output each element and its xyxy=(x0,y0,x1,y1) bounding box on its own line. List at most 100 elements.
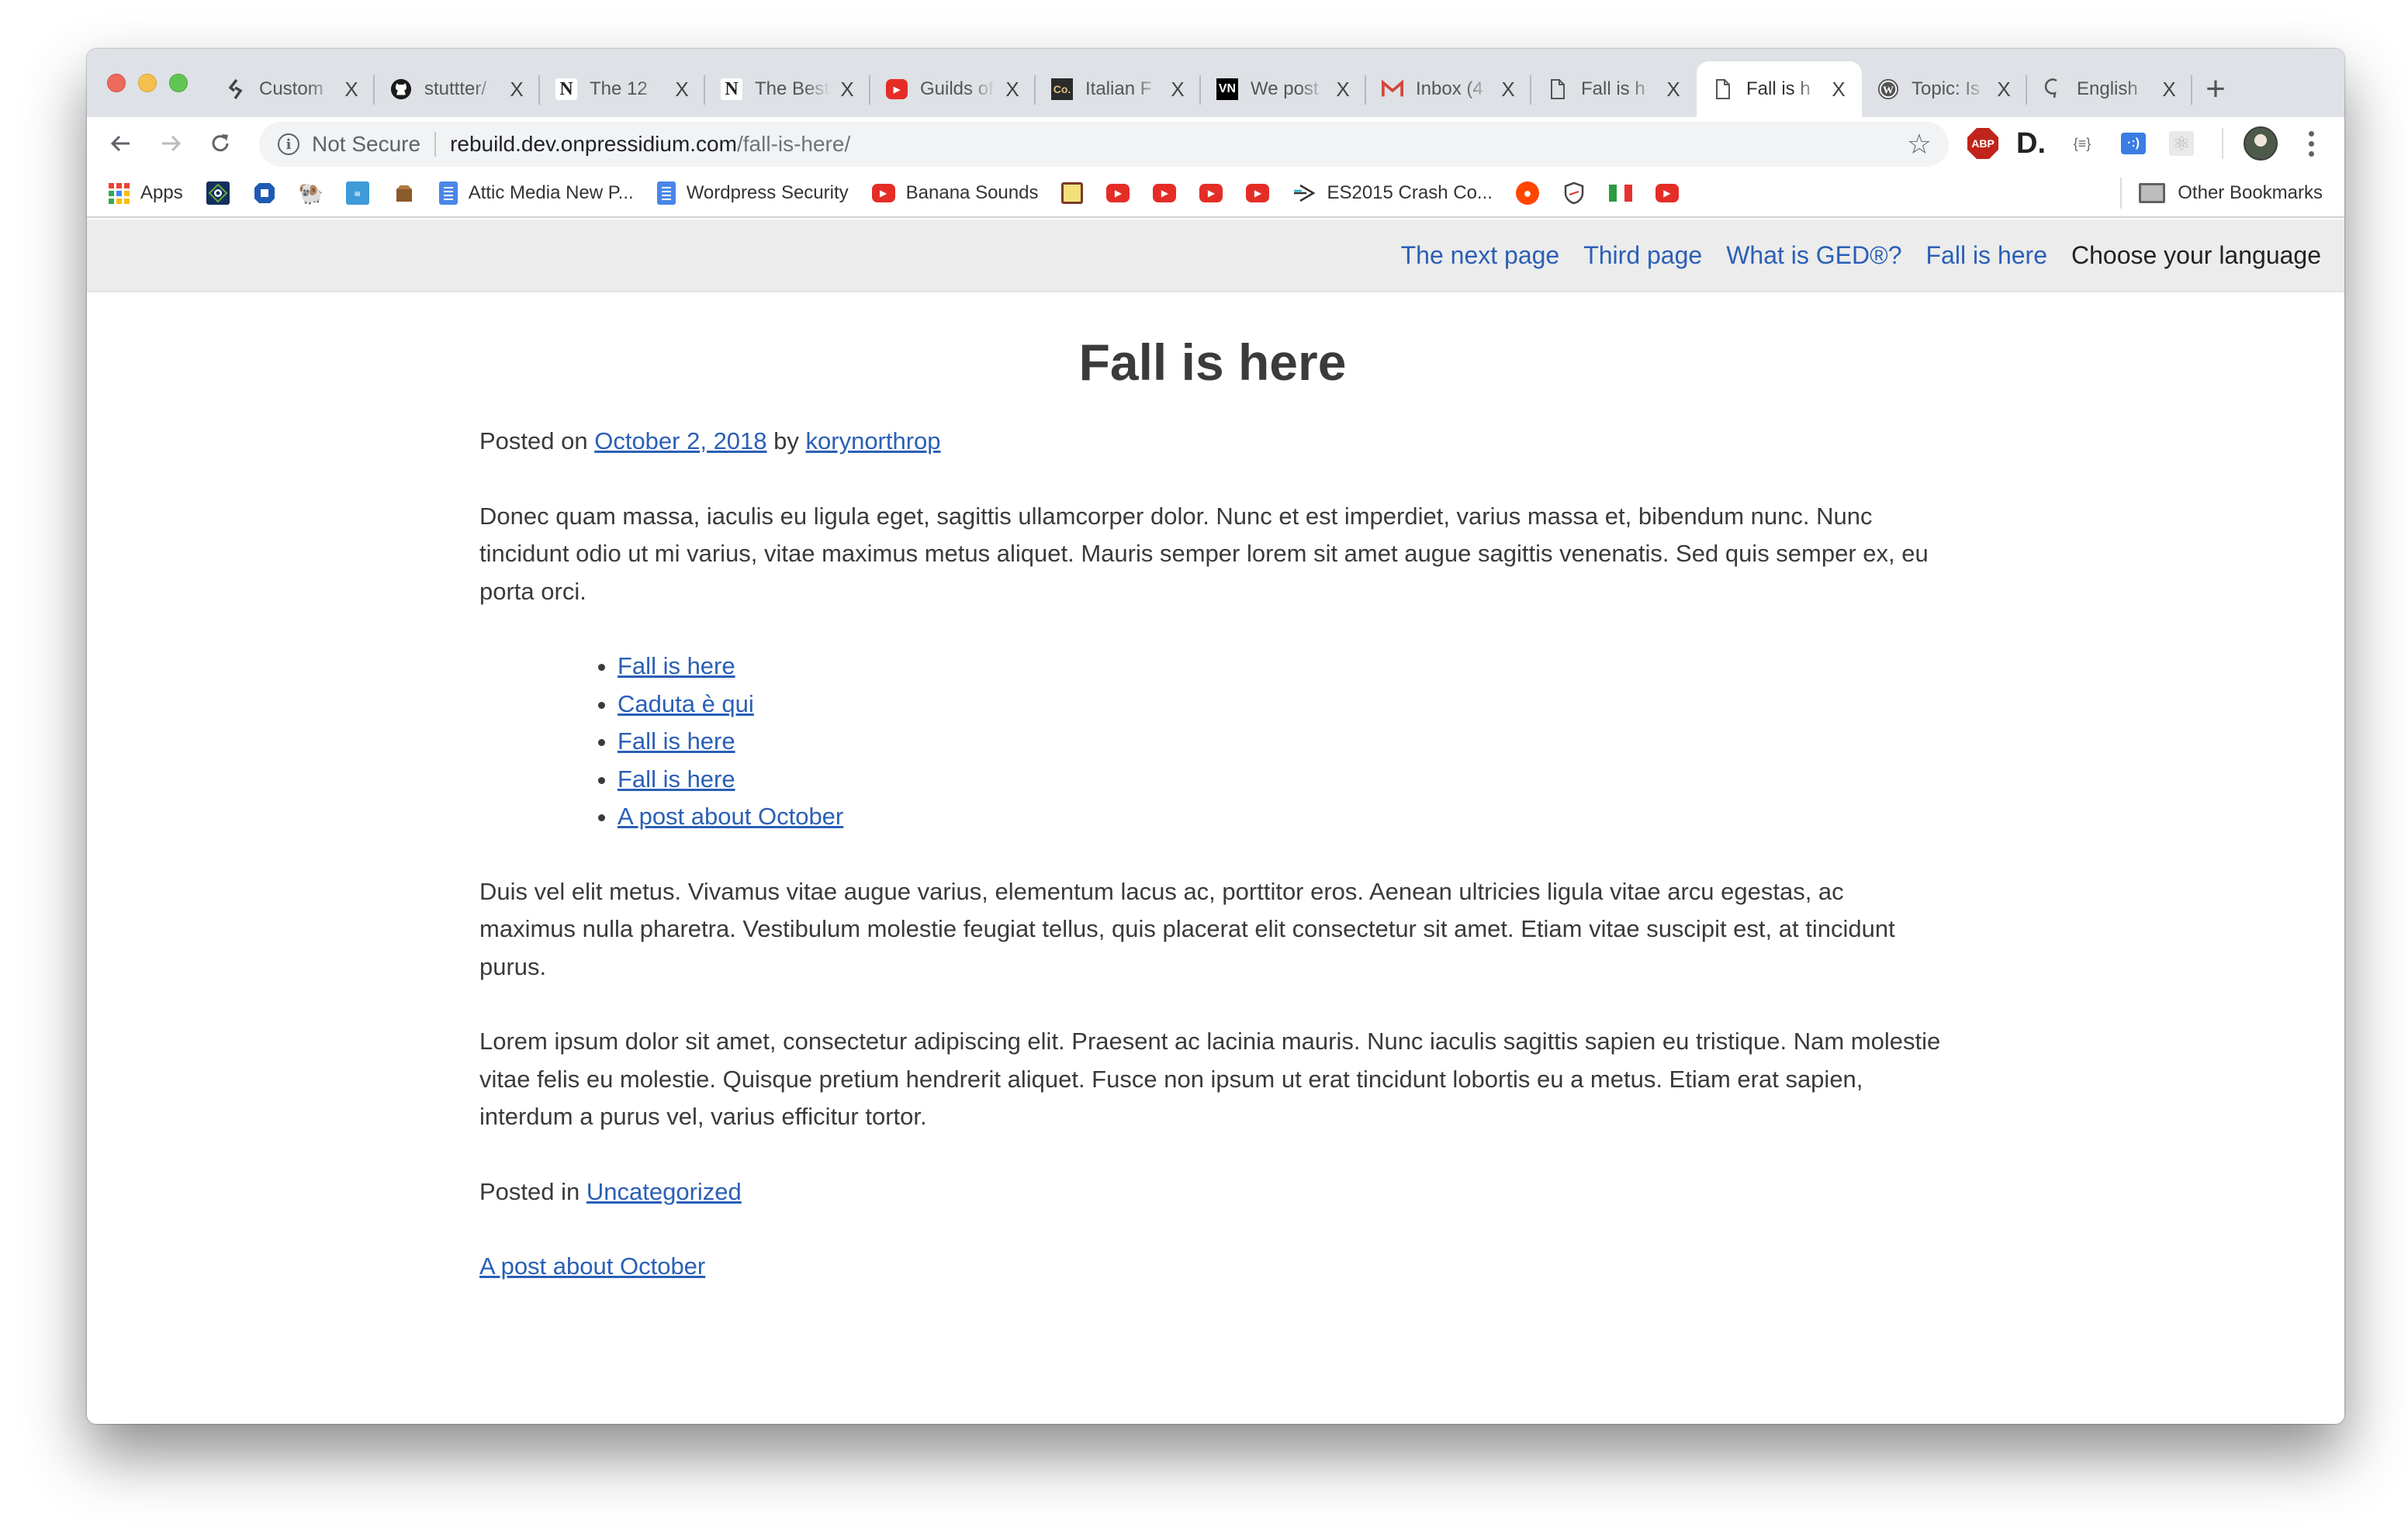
minimize-window-button[interactable] xyxy=(138,74,157,92)
page-icon xyxy=(1547,78,1569,100)
reload-button[interactable] xyxy=(203,126,237,161)
back-button[interactable] xyxy=(104,126,138,161)
meta-prefix: Posted on xyxy=(479,427,595,454)
nav-link-what-is-ged[interactable]: What is GED®? xyxy=(1726,241,1901,270)
tab[interactable]: W Topic: Is X xyxy=(1862,61,2027,117)
bookmark[interactable]: ▶ xyxy=(1246,184,1270,202)
tab[interactable]: ▶ Guilds of X xyxy=(870,61,1036,117)
reddit-icon: ● xyxy=(1515,181,1539,205)
tab-active[interactable]: Fall is h X xyxy=(1697,61,1862,117)
bookmark[interactable]: ▶ xyxy=(1655,184,1679,202)
close-tab-icon[interactable]: X xyxy=(1168,78,1187,102)
related-post-link[interactable]: Caduta è qui xyxy=(618,690,754,717)
bookmark[interactable]: ▶ xyxy=(1153,184,1177,202)
forward-button[interactable] xyxy=(154,126,188,161)
profile-avatar[interactable] xyxy=(2244,126,2278,161)
tab-title: Topic: Is xyxy=(1912,78,1981,99)
new-tab-button[interactable]: + xyxy=(2192,61,2239,117)
tab-title: Custom xyxy=(259,78,323,99)
bookmark[interactable] xyxy=(1061,182,1084,204)
bookmark-star-icon[interactable]: ☆ xyxy=(1907,128,1932,161)
json-formatter-icon[interactable]: {≡} xyxy=(2067,126,2098,161)
url-path: /fall-is-here/ xyxy=(736,132,851,156)
tab-title: The 12 xyxy=(590,78,648,99)
list-item: Fall is here xyxy=(618,648,1946,686)
browser-menu-icon[interactable] xyxy=(2299,126,2323,161)
post-paragraph: Donec quam massa, iaculis eu ligula eget… xyxy=(479,502,1929,605)
post-navigation: A post about October xyxy=(479,1248,1946,1286)
close-tab-icon[interactable]: X xyxy=(2160,78,2178,102)
bookmark-wordpress-security[interactable]: Wordpress Security xyxy=(656,181,849,205)
bookmark-label: Apps xyxy=(140,182,183,203)
close-tab-icon[interactable]: X xyxy=(507,78,526,102)
close-tab-icon[interactable]: X xyxy=(673,78,691,102)
nav-link-next-page[interactable]: The next page xyxy=(1401,241,1560,270)
tab-title: Inbox (4 xyxy=(1416,78,1483,99)
related-post-link[interactable]: Fall is here xyxy=(618,652,735,679)
tab[interactable]: Co. Italian F X xyxy=(1036,61,1201,117)
react-devtools-icon[interactable]: ⚛ xyxy=(2166,126,2197,161)
close-tab-icon[interactable]: X xyxy=(1334,78,1352,102)
tag-extension-icon[interactable]: ·:) xyxy=(2118,126,2149,161)
tab[interactable]: English X xyxy=(2027,61,2192,117)
box-icon xyxy=(393,181,416,205)
info-icon[interactable]: i xyxy=(278,133,299,155)
close-tab-icon[interactable]: X xyxy=(1995,78,2013,102)
close-tab-icon[interactable]: X xyxy=(342,78,361,102)
bookmark[interactable] xyxy=(393,181,416,205)
bookmark[interactable]: ▶ xyxy=(1106,184,1130,202)
nav-link-fall-is-here[interactable]: Fall is here xyxy=(1925,241,2047,270)
bookmark-apps[interactable]: Apps xyxy=(109,182,183,204)
bookmark[interactable]: ▶ xyxy=(1199,184,1223,202)
post-date-link[interactable]: October 2, 2018 xyxy=(594,427,766,454)
category-link[interactable]: Uncategorized xyxy=(586,1178,742,1205)
youtube-icon: ▶ xyxy=(1153,184,1177,202)
related-post-link[interactable]: Fall is here xyxy=(618,727,735,755)
tab-title: Fall is h xyxy=(1581,78,1645,99)
tab[interactable]: N The 12 X xyxy=(540,61,705,117)
notion-icon: N xyxy=(721,78,742,100)
close-tab-icon[interactable]: X xyxy=(1499,78,1517,102)
security-status[interactable]: Not Secure xyxy=(312,132,420,157)
bookmark-attic-media[interactable]: Attic Media New P... xyxy=(438,181,634,205)
bookmark[interactable]: ● xyxy=(1515,181,1539,205)
bookmark[interactable] xyxy=(206,181,230,205)
close-window-button[interactable] xyxy=(107,74,126,92)
post-author-link[interactable]: korynorthrop xyxy=(806,427,941,454)
d-extension-icon[interactable]: D. xyxy=(2015,126,2046,161)
other-bookmarks[interactable]: Other Bookmarks xyxy=(2120,178,2323,209)
post-paragraph: Duis vel elit metus. Vivamus vitae augue… xyxy=(479,877,1895,980)
bookmark[interactable]: ▤ xyxy=(345,181,369,205)
next-post-link[interactable]: A post about October xyxy=(479,1252,705,1280)
bookmark[interactable]: 🐏 xyxy=(299,181,323,205)
bookmarks-bar: Apps 🐏 ▤ Attic Media New P... Wordpress … xyxy=(87,170,2344,218)
tab[interactable]: Custom X xyxy=(209,61,375,117)
bookmark-es2015[interactable]: ES2015 Crash Co... xyxy=(1292,181,1493,205)
tab[interactable]: N The Best X xyxy=(705,61,870,117)
bookmark-label: ES2015 Crash Co... xyxy=(1327,182,1493,203)
google-docs-icon xyxy=(438,181,458,205)
close-tab-icon[interactable]: X xyxy=(1829,78,1848,102)
address-bar[interactable]: i Not Secure rebuild.dev.onpressidium.co… xyxy=(259,122,1949,167)
nav-link-third-page[interactable]: Third page xyxy=(1583,241,1702,270)
site-navigation: The next page Third page What is GED®? F… xyxy=(87,219,2344,292)
tab[interactable]: Inbox (4 X xyxy=(1366,61,1531,117)
language-selector[interactable]: Choose your language xyxy=(2071,241,2321,270)
bookmark[interactable] xyxy=(1562,181,1586,205)
zoom-window-button[interactable] xyxy=(169,74,188,92)
bookmark[interactable] xyxy=(253,181,276,205)
bookmark-banana-sounds[interactable]: ▶ Banana Sounds xyxy=(871,182,1038,204)
tab-title: stuttter/ xyxy=(424,78,487,99)
tab[interactable]: VN We post X xyxy=(1201,61,1366,117)
bookmark[interactable] xyxy=(1608,185,1632,202)
tab[interactable]: stuttter/ X xyxy=(375,61,540,117)
close-tab-icon[interactable]: X xyxy=(838,78,856,102)
related-post-link[interactable]: A post about October xyxy=(618,803,843,830)
close-tab-icon[interactable]: X xyxy=(1664,78,1683,102)
adblock-plus-icon[interactable]: ABP xyxy=(1967,128,1998,159)
related-post-link[interactable]: Fall is here xyxy=(618,765,735,793)
tab[interactable]: Fall is h X xyxy=(1531,61,1697,117)
tab-title: English xyxy=(2077,78,2138,99)
url-host: rebuild.dev.onpressidium.com xyxy=(450,132,737,156)
close-tab-icon[interactable]: X xyxy=(1003,78,1022,102)
